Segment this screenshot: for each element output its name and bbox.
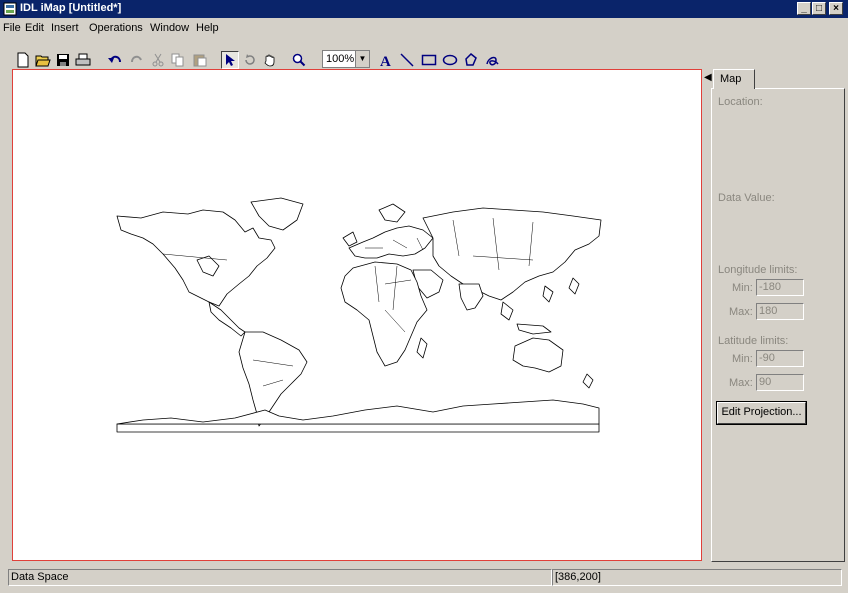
toolbar: A <box>0 38 848 69</box>
menu-edit[interactable]: Edit <box>25 22 44 34</box>
select-arrow-icon[interactable] <box>221 51 239 69</box>
app-icon <box>3 2 17 16</box>
title-bar: IDL iMap [Untitled*] _ □ × <box>0 0 848 18</box>
pan-hand-icon[interactable] <box>261 51 279 69</box>
close-button[interactable]: × <box>829 2 843 15</box>
zoom-value: 100% <box>326 53 355 65</box>
tab-map-label: Map <box>720 73 742 85</box>
save-icon[interactable] <box>54 51 72 69</box>
tab-map[interactable]: Map <box>713 69 755 89</box>
oval-tool-icon[interactable] <box>441 51 459 69</box>
map-canvas[interactable] <box>12 69 702 561</box>
location-label: Location: <box>718 96 763 108</box>
chevron-down-icon[interactable]: ▼ <box>355 51 369 67</box>
panel-toggle-arrow-icon[interactable]: ◀ <box>704 72 712 83</box>
undo-icon[interactable] <box>106 51 124 69</box>
menu-file[interactable]: File <box>3 22 21 34</box>
menu-operations[interactable]: Operations <box>89 22 143 34</box>
data-value-label: Data Value: <box>718 192 775 204</box>
menu-bar: File Edit Insert Operations Window Help <box>0 19 848 37</box>
edit-projection-button[interactable]: Edit Projection... <box>716 401 807 425</box>
window-title: IDL iMap [Untitled*] <box>20 2 122 14</box>
status-coordinates: [386,200] <box>552 569 842 586</box>
cut-icon <box>149 51 167 69</box>
redo-icon <box>128 51 146 69</box>
line-tool-icon[interactable] <box>398 51 416 69</box>
rectangle-tool-icon[interactable] <box>420 51 438 69</box>
paste-icon <box>191 51 209 69</box>
lon-max-label: Max: <box>729 306 753 318</box>
menu-insert[interactable]: Insert <box>51 22 79 34</box>
longitude-limits-label: Longitude limits: <box>718 264 798 276</box>
lon-max-field: 180 <box>756 303 804 320</box>
lon-min-field: -180 <box>756 279 804 296</box>
open-folder-icon[interactable] <box>34 51 52 69</box>
svg-text:A: A <box>380 54 391 67</box>
map-properties-panel: Location: Data Value: Longitude limits: … <box>711 88 845 562</box>
freehand-tool-icon[interactable] <box>483 51 501 69</box>
polygon-tool-icon[interactable] <box>462 51 480 69</box>
lat-max-field: 90 <box>756 374 804 391</box>
status-mode: Data Space <box>8 569 552 586</box>
new-file-icon[interactable] <box>14 51 32 69</box>
menu-window[interactable]: Window <box>150 22 189 34</box>
status-bar: Data Space [386,200] <box>0 569 848 589</box>
maximize-button[interactable]: □ <box>812 2 826 15</box>
lon-min-label: Min: <box>732 282 753 294</box>
text-annotation-icon[interactable]: A <box>377 51 395 69</box>
latitude-limits-label: Latitude limits: <box>718 335 789 347</box>
zoom-select[interactable]: 100% ▼ <box>322 50 370 68</box>
print-icon[interactable] <box>74 51 92 69</box>
lat-max-label: Max: <box>729 377 753 389</box>
minimize-button[interactable]: _ <box>797 2 811 15</box>
copy-icon <box>169 51 187 69</box>
zoom-magnifier-icon[interactable] <box>290 51 308 69</box>
lat-min-field: -90 <box>756 350 804 367</box>
lat-min-label: Min: <box>732 353 753 365</box>
rotate-icon[interactable] <box>241 51 259 69</box>
menu-help[interactable]: Help <box>196 22 219 34</box>
world-map <box>116 197 602 433</box>
